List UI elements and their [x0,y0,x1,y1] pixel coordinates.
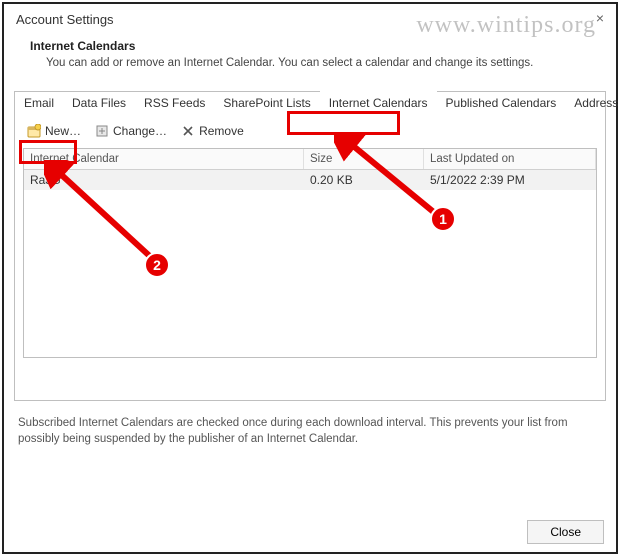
tab-email[interactable]: Email [15,91,63,115]
listview-header: Internet Calendar Size Last Updated on [24,149,596,170]
change-button-label: Change… [113,124,167,138]
change-icon [95,124,109,138]
cell-size: 0.20 KB [304,170,424,190]
toolbar: New… Change… Remove [15,116,605,146]
remove-icon [181,124,195,138]
remove-button[interactable]: Remove [175,122,250,140]
tab-address-books[interactable]: Address Books [565,91,620,115]
close-icon[interactable]: × [596,10,604,26]
new-calendar-icon [27,124,41,138]
column-header-size[interactable]: Size [304,149,424,169]
tab-rss-feeds[interactable]: RSS Feeds [135,91,214,115]
new-button-label: New… [45,124,81,138]
tab-published-calendars[interactable]: Published Calendars [437,91,566,115]
section-description: You can add or remove an Internet Calend… [30,57,590,69]
tab-strip: Email Data Files RSS Feeds SharePoint Li… [15,91,605,115]
tab-panel: Email Data Files RSS Feeds SharePoint Li… [14,91,606,401]
remove-button-label: Remove [199,124,244,138]
tab-sharepoint-lists[interactable]: SharePoint Lists [214,91,319,115]
column-header-name[interactable]: Internet Calendar [24,149,304,169]
column-header-updated[interactable]: Last Updated on [424,149,596,169]
table-row[interactable]: RaJG 0.20 KB 5/1/2022 2:39 PM [24,170,596,190]
cell-name: RaJG [24,170,304,190]
tab-internet-calendars[interactable]: Internet Calendars [320,91,437,115]
section-heading: Internet Calendars [30,39,590,53]
cell-updated: 5/1/2022 2:39 PM [424,170,596,190]
new-button[interactable]: New… [21,122,87,140]
window-title: Account Settings [4,4,616,31]
tab-data-files[interactable]: Data Files [63,91,135,115]
calendar-listview[interactable]: Internet Calendar Size Last Updated on R… [23,148,597,358]
footer-note: Subscribed Internet Calendars are checke… [4,401,616,461]
change-button[interactable]: Change… [89,122,173,140]
close-button[interactable]: Close [527,520,604,544]
